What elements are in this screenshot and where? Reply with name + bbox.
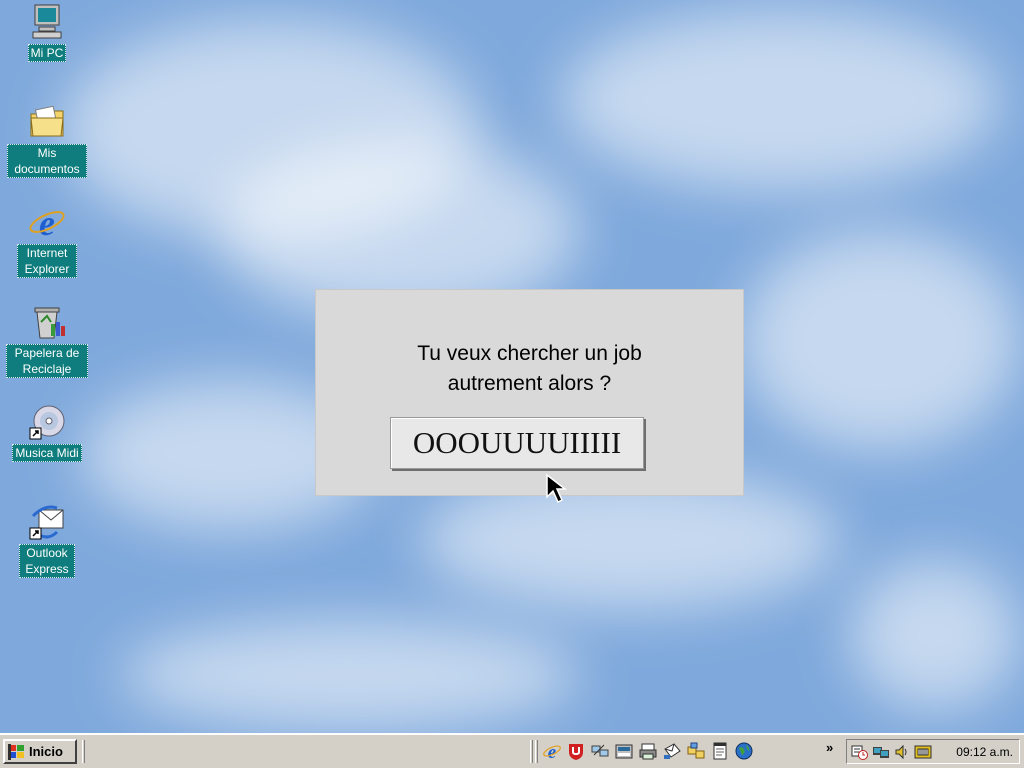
- mail-icon[interactable]: [662, 741, 682, 761]
- network-icon[interactable]: [590, 741, 610, 761]
- desktop-icon-label: Mis documentos: [7, 144, 87, 178]
- desktop-icon-my-documents[interactable]: Mis documentos: [4, 102, 90, 178]
- taskbar: Inicio e » 09:12 a.m.: [0, 733, 1024, 768]
- desktop-icon-label: Musica Midi: [12, 444, 82, 462]
- keyboard-icon[interactable]: [914, 744, 932, 760]
- cloud: [560, 10, 1000, 190]
- toolbar-grip[interactable]: [82, 740, 85, 763]
- question-line-1: Tu veux chercher un job: [417, 342, 642, 365]
- quick-launch-bar: e: [542, 741, 754, 763]
- my-computer-icon: [32, 4, 62, 39]
- desktop-icon-label: Mi PC: [27, 44, 67, 62]
- system-tray: 09:12 a.m.: [846, 739, 1020, 764]
- toolbar-grip[interactable]: [530, 740, 533, 763]
- outlook-express-icon: [29, 505, 64, 540]
- network-monitor-icon[interactable]: [872, 744, 890, 760]
- desktop-icon-my-computer[interactable]: Mi PC: [4, 2, 90, 62]
- desktop-icon-label: Papelera de Reciclaje: [6, 344, 88, 378]
- start-label: Inicio: [29, 744, 63, 759]
- internet-explorer-icon: e: [29, 203, 65, 242]
- answer-button[interactable]: OOOUUUUIIIII: [390, 417, 644, 469]
- folder-documents-icon: [30, 105, 64, 137]
- windows-flag-icon: [8, 743, 24, 760]
- scheduler-icon[interactable]: [851, 744, 869, 760]
- cloud: [850, 560, 1020, 710]
- dialog-panel: Tu veux chercher un job autrement alors …: [316, 290, 743, 495]
- question-line-2: autrement alors ?: [447, 372, 612, 395]
- desktop-icon-internet-explorer[interactable]: e Internet Explorer: [4, 202, 90, 278]
- explorer-icon[interactable]: [686, 741, 706, 761]
- antivirus-icon[interactable]: [566, 741, 586, 761]
- cloud: [120, 620, 580, 730]
- more-chevron-icon[interactable]: »: [826, 740, 833, 755]
- desktop-icon-label: Outlook Express: [19, 544, 75, 578]
- cd-shortcut-icon: [29, 405, 65, 440]
- desktop-icon-musica-midi[interactable]: Musica Midi: [4, 402, 90, 462]
- svg-text:e: e: [548, 742, 557, 761]
- toolbar-grip[interactable]: [535, 740, 538, 763]
- notepad-icon[interactable]: [710, 741, 730, 761]
- svg-text:e: e: [39, 203, 55, 242]
- globe-icon[interactable]: [734, 741, 754, 761]
- clock[interactable]: 09:12 a.m.: [956, 745, 1013, 759]
- internet-explorer-icon[interactable]: e: [542, 741, 562, 761]
- cloud: [740, 230, 1020, 450]
- volume-icon[interactable]: [893, 744, 911, 760]
- printer-icon[interactable]: [638, 741, 658, 761]
- desktop-icon-label: Internet Explorer: [17, 244, 77, 278]
- recycle-bin-icon: [34, 307, 65, 339]
- start-button[interactable]: Inicio: [3, 739, 77, 764]
- mouse-cursor-icon: [546, 473, 568, 504]
- calculator-icon[interactable]: [614, 741, 634, 761]
- desktop: Mi PC Mis documentos e Internet Explorer…: [0, 0, 1024, 733]
- dialog-question: Tu veux chercher un job autrement alors …: [316, 339, 743, 399]
- desktop-icon-outlook-express[interactable]: Outlook Express: [4, 502, 90, 578]
- desktop-icon-recycle-bin[interactable]: Papelera de Reciclaje: [4, 302, 90, 378]
